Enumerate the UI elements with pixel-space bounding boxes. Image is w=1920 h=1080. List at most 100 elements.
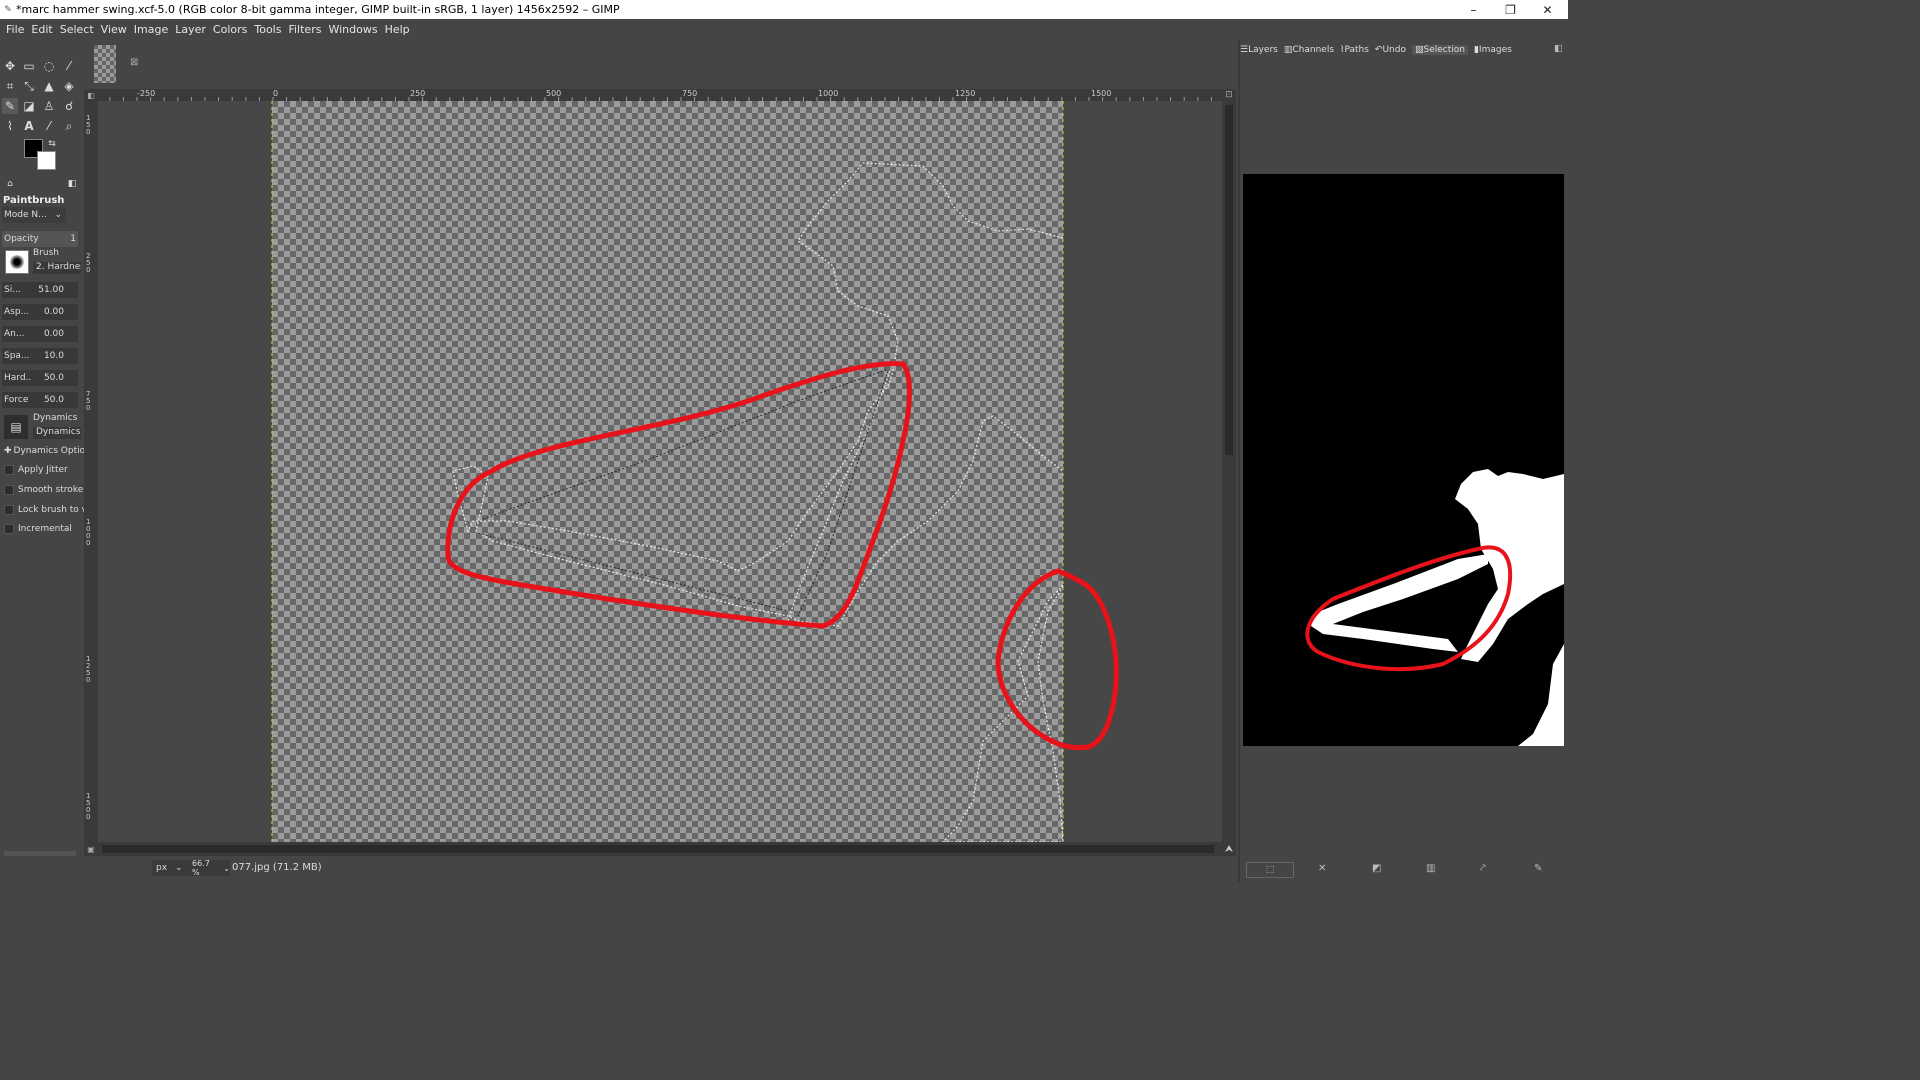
- stroke-selection-icon[interactable]: ✎: [1534, 863, 1542, 874]
- apply-jitter-label: Apply Jitter: [18, 465, 68, 475]
- tab-paths[interactable]: ⌇Paths: [1340, 45, 1369, 55]
- color-picker-tool-icon[interactable]: ⁄: [41, 118, 57, 134]
- selection-editor-preview[interactable]: [1243, 174, 1564, 746]
- dynamics-label: Dynamics: [33, 413, 78, 423]
- size-label: Si...: [4, 285, 21, 295]
- canvas-overlay: [271, 101, 1119, 842]
- to-path-icon[interactable]: ⤤: [1480, 863, 1486, 874]
- unit-select[interactable]: px ⌄: [152, 860, 190, 876]
- ruler-label: 1 0 0 0: [86, 518, 91, 547]
- text-tool-icon[interactable]: A: [21, 118, 37, 134]
- lasso-tool-icon[interactable]: ◌: [41, 58, 57, 74]
- menu-windows[interactable]: Windows: [328, 23, 377, 36]
- vertical-ruler[interactable]: 1 5 0 2 5 0 7 5 0 1 0 0 0 1 2 5 0 1 5 0 …: [84, 101, 98, 842]
- tab-selection[interactable]: ▧Selection: [1411, 45, 1468, 55]
- close-button[interactable]: ✕: [1529, 0, 1566, 19]
- zoom-fit-icon[interactable]: ⊡: [1222, 89, 1236, 101]
- incremental-checkbox[interactable]: Incremental: [4, 524, 72, 534]
- dynamics-options-expander[interactable]: ✚ Dynamics Optio: [4, 446, 85, 456]
- close-tab-icon[interactable]: ⊠: [130, 57, 138, 68]
- menu-layer[interactable]: Layer: [175, 23, 206, 36]
- restore-button[interactable]: ❐: [1492, 0, 1529, 19]
- ruler-label: -250: [137, 89, 156, 98]
- transform-tool-icon[interactable]: ⤡: [21, 78, 37, 94]
- hardness-slider[interactable]: Hard... 50.0: [2, 370, 78, 386]
- tool-options-title: Paintbrush: [3, 195, 65, 206]
- tab-undo[interactable]: ↶Undo: [1375, 45, 1406, 55]
- menu-colors[interactable]: Colors: [213, 23, 247, 36]
- move-tool-icon[interactable]: ✥: [2, 58, 18, 74]
- tab-layers-label: Layers: [1248, 45, 1278, 55]
- spacing-label: Spa...: [4, 351, 30, 361]
- configure-tab-icon[interactable]: ◧: [64, 176, 80, 192]
- menu-filters[interactable]: Filters: [288, 23, 321, 36]
- horizontal-ruler[interactable]: -250 0 250 500 750 1000 1250 1500: [98, 89, 1222, 101]
- tab-channels-label: Channels: [1292, 45, 1335, 55]
- warp-tool-icon[interactable]: ▲: [41, 78, 57, 94]
- paintbrush-tool-icon[interactable]: ✎: [2, 98, 18, 114]
- lock-brush-label: Lock brush to v: [18, 505, 87, 515]
- dock-tabs: ☰Layers ▥Channels ⌇Paths ↶Undo ▧Selectio…: [1240, 42, 1518, 58]
- opacity-slider[interactable]: Opacity 1: [2, 231, 78, 247]
- smooth-stroke-checkbox[interactable]: Smooth stroke: [4, 485, 83, 495]
- window-title: *marc hammer swing.xcf-5.0 (RGB color 8-…: [16, 3, 620, 16]
- canvas-area[interactable]: [98, 101, 1222, 842]
- tab-channels[interactable]: ▥Channels: [1284, 45, 1334, 55]
- invert-selection-icon[interactable]: ◩: [1372, 863, 1381, 874]
- brush-name[interactable]: 2. Hardnes: [33, 262, 81, 274]
- checkbox-box: [4, 465, 14, 475]
- brush-label: Brush: [33, 248, 59, 258]
- tab-images[interactable]: ▮Images: [1474, 45, 1512, 55]
- zoom-tool-icon[interactable]: ⌕: [61, 118, 77, 134]
- spacing-slider[interactable]: Spa... 10.0: [2, 348, 78, 364]
- smudge-tool-icon[interactable]: ☌: [61, 98, 77, 114]
- checkbox-box: [4, 505, 14, 515]
- apply-jitter-checkbox[interactable]: Apply Jitter: [4, 465, 68, 475]
- minimize-button[interactable]: –: [1455, 0, 1492, 19]
- angle-slider[interactable]: An... 0.00: [2, 326, 78, 342]
- brush-preview[interactable]: [5, 250, 29, 274]
- tool-options-tab-icon[interactable]: ⌂: [2, 176, 18, 192]
- menu-select[interactable]: Select: [60, 23, 94, 36]
- rect-select-tool-icon[interactable]: ▭: [21, 58, 37, 74]
- status-bar: px ⌄ 66.7 % ⌄ 077.jpg (71.2 MB): [0, 856, 1238, 882]
- force-slider[interactable]: Force 50.0: [2, 392, 78, 408]
- tab-layers[interactable]: ☰Layers: [1240, 45, 1278, 55]
- pointer-icon[interactable]: ▣: [84, 842, 98, 856]
- size-slider[interactable]: Si... 51.00: [2, 282, 78, 298]
- swap-colors-icon[interactable]: ⇆: [44, 136, 60, 152]
- clone-tool-icon[interactable]: ♙: [41, 98, 57, 114]
- background-color-swatch[interactable]: [37, 151, 56, 170]
- selection-outline: [452, 162, 1064, 842]
- paths-tool-icon[interactable]: ⌇: [2, 118, 18, 134]
- dock-menu-icon[interactable]: ◧: [1554, 44, 1563, 54]
- zoom-select[interactable]: 66.7 % ⌄: [190, 859, 230, 877]
- vertical-scrollbar-thumb[interactable]: [1225, 105, 1233, 455]
- menu-view[interactable]: View: [101, 23, 127, 36]
- menu-file[interactable]: File: [6, 23, 24, 36]
- aspect-slider[interactable]: Asp... 0.00: [2, 304, 78, 320]
- selection-shadow: [477, 368, 889, 617]
- mode-select[interactable]: Mode N... ⌄: [2, 207, 66, 223]
- menu-help[interactable]: Help: [385, 23, 410, 36]
- horizontal-scrollbar[interactable]: [98, 842, 1222, 856]
- crop-tool-icon[interactable]: ⌗: [2, 78, 18, 94]
- fuzzy-select-tool-icon[interactable]: ⁄: [61, 58, 77, 74]
- quick-mask-icon[interactable]: ◧: [84, 89, 98, 101]
- eraser-tool-icon[interactable]: ◪: [21, 98, 37, 114]
- ruler-label: 7 5 0: [86, 390, 91, 412]
- dynamics-name[interactable]: Dynamics (: [33, 427, 81, 439]
- menu-image[interactable]: Image: [134, 23, 168, 36]
- menu-tools[interactable]: Tools: [254, 23, 281, 36]
- horizontal-scrollbar-thumb[interactable]: [102, 845, 1214, 853]
- image-tab-thumbnail[interactable]: [94, 45, 116, 83]
- ruler-label: 500: [546, 89, 562, 98]
- navigate-icon[interactable]: ⮝: [1222, 842, 1236, 856]
- dynamics-icon[interactable]: ▤: [4, 415, 28, 439]
- selection-all-icon[interactable]: ⬚: [1246, 862, 1294, 878]
- lock-brush-checkbox[interactable]: Lock brush to v: [4, 505, 87, 515]
- menu-edit[interactable]: Edit: [31, 23, 52, 36]
- save-to-channel-icon[interactable]: ▥: [1426, 863, 1435, 874]
- bucket-fill-tool-icon[interactable]: ◈: [61, 78, 77, 94]
- select-none-icon[interactable]: ✕: [1318, 863, 1326, 874]
